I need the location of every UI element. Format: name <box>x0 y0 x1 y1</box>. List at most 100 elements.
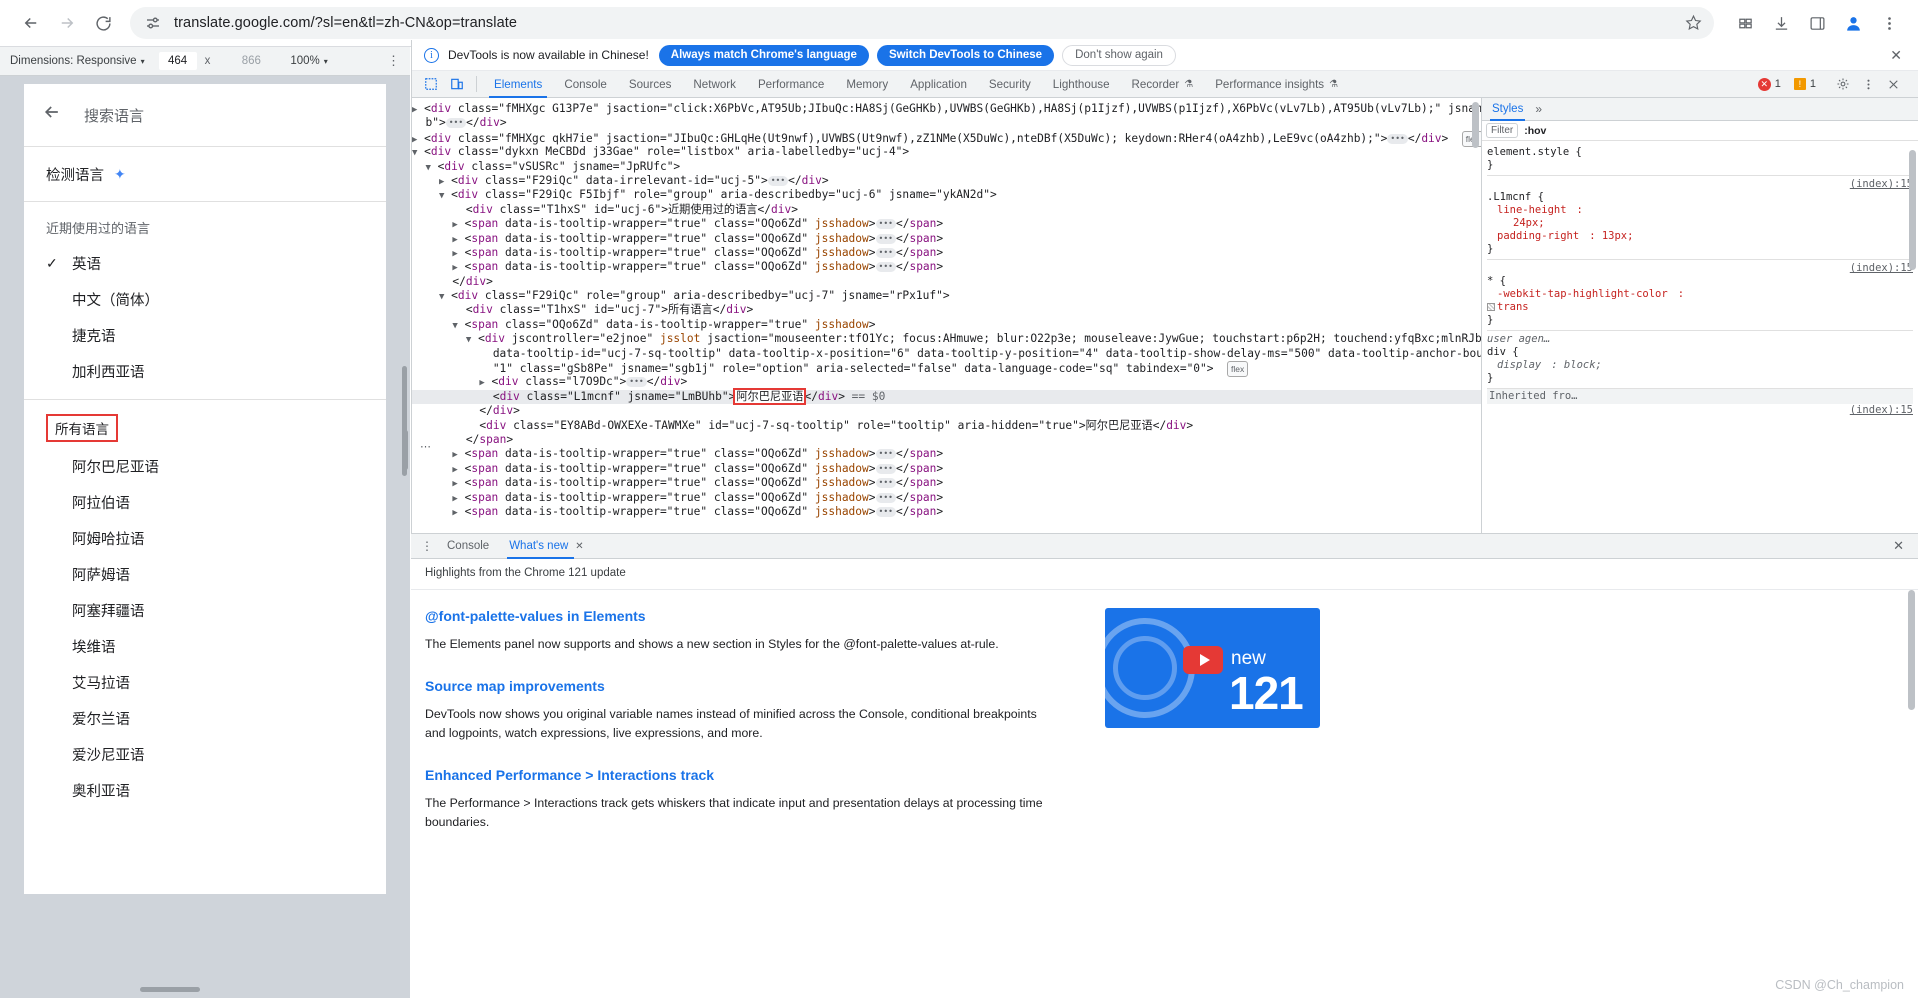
downloads-button[interactable] <box>1766 8 1796 38</box>
device-width-input[interactable] <box>158 52 197 70</box>
play-icon[interactable] <box>1183 646 1223 674</box>
tab-elements[interactable]: Elements <box>483 71 553 98</box>
kebab-menu-icon[interactable] <box>1857 73 1879 95</box>
whats-new-video[interactable]: new 121 <box>1105 608 1320 998</box>
list-item[interactable]: 爱尔兰语 <box>24 700 386 736</box>
dom-tree-line[interactable]: </span> <box>412 433 1481 447</box>
tab-styles[interactable]: Styles <box>1490 98 1526 121</box>
style-selector[interactable]: .L1mcnf { <box>1487 191 1544 203</box>
dom-tree-line[interactable]: ▶ <span data-is-tooltip-wrapper="true" c… <box>412 217 1481 231</box>
dom-tree-line[interactable]: ▶ <span data-is-tooltip-wrapper="true" c… <box>412 447 1481 461</box>
chevron-down-icon[interactable]: ▾ <box>141 57 145 66</box>
dom-tree-line[interactable]: data-tooltip-id="ucj-7-sq-tooltip" data-… <box>412 347 1481 361</box>
list-item[interactable]: 加利西亚语 <box>24 353 386 389</box>
back-arrow-icon[interactable] <box>42 102 70 128</box>
dom-tree-line[interactable]: <div class="L1mcnf" jsname="LmBUhb">阿尔巴尼… <box>412 387 1481 405</box>
tab-sources[interactable]: Sources <box>618 71 683 98</box>
list-item[interactable]: 阿萨姆语 <box>24 556 386 592</box>
dom-tree-code[interactable]: ▶ <div class="fMHXgc G13P7e" jsaction="c… <box>412 98 1481 519</box>
dom-tree-line[interactable]: </div> <box>412 404 1481 418</box>
list-item[interactable]: 爱沙尼亚语 <box>24 736 386 772</box>
switch-devtools-language-button[interactable]: Switch DevTools to Chinese <box>876 44 1055 66</box>
star-icon[interactable] <box>1685 14 1702 36</box>
tab-security[interactable]: Security <box>978 71 1042 98</box>
list-item[interactable]: 捷克语 <box>24 317 386 353</box>
tab-recorder[interactable]: Recorder ⚗ <box>1121 71 1205 98</box>
inherited-source-link[interactable]: (index):15 <box>1487 404 1913 417</box>
viewport-horizontal-scrollbar[interactable] <box>140 987 200 992</box>
side-panel-button[interactable] <box>1802 8 1832 38</box>
dom-tree-line[interactable]: ▼ <div class="F29iQc F5Ibjf" role="group… <box>412 188 1481 202</box>
list-item[interactable]: 艾马拉语 <box>24 664 386 700</box>
inspect-element-icon[interactable] <box>420 73 442 95</box>
drawer-menu-icon[interactable]: ⋮ <box>417 539 437 553</box>
error-icon[interactable]: ✕ <box>1757 77 1771 91</box>
back-button[interactable] <box>14 6 48 40</box>
tune-icon[interactable] <box>144 14 162 32</box>
dom-tree-line[interactable]: ▼ <div jscontroller="e2jnoe" jsslot jsac… <box>412 332 1481 346</box>
dom-tree-line[interactable]: ▶ <div class="fMHXgc qkH7ie" jsaction="J… <box>412 130 1481 148</box>
address-bar[interactable]: translate.google.com/?sl=en&tl=zh-CN&op=… <box>130 7 1714 39</box>
list-item[interactable]: 中文（简体） <box>24 281 386 317</box>
dom-tree-line[interactable]: ▶ <div class="l7O9Dc"> ••• </div> <box>412 375 1481 389</box>
tab-network[interactable]: Network <box>682 71 747 98</box>
toggle-element-state-button[interactable]: :hov <box>1524 125 1546 137</box>
dom-tree-line[interactable]: ▶ <span data-is-tooltip-wrapper="true" c… <box>412 246 1481 260</box>
dom-tree-line[interactable]: ▶ <span data-is-tooltip-wrapper="true" c… <box>412 462 1481 476</box>
dom-tree-line[interactable]: ▶ <span data-is-tooltip-wrapper="true" c… <box>412 491 1481 505</box>
dom-tree-line[interactable]: b"> ••• </div> <box>412 116 1481 130</box>
tab-performance-insights[interactable]: Performance insights ⚗ <box>1204 71 1349 98</box>
viewport-resize-handle[interactable] <box>403 430 408 470</box>
whats-new-scrollbar[interactable] <box>1908 590 1915 710</box>
profile-button[interactable] <box>1838 8 1868 38</box>
drawer-tab-whats-new[interactable]: What's new ✕ <box>499 534 593 559</box>
chrome-menu-button[interactable] <box>1874 8 1904 38</box>
list-item[interactable]: ✓ 英语 <box>24 245 386 281</box>
video-thumbnail[interactable]: new 121 <box>1105 608 1320 728</box>
section-heading[interactable]: @font-palette-values in Elements <box>425 608 1045 624</box>
dom-tree-line[interactable]: ▶ <span data-is-tooltip-wrapper="true" c… <box>412 260 1481 274</box>
device-toolbar-menu[interactable]: ⋮ <box>387 53 400 69</box>
dom-tree-line[interactable]: ▼ <div class="dykxn MeCBDd j33Gae" role=… <box>412 145 1481 159</box>
styles-filter-input[interactable]: Filter <box>1486 123 1519 138</box>
dom-tree-line[interactable]: ▼ <span class="OQo6Zd" data-is-tooltip-w… <box>412 318 1481 332</box>
more-tabs-icon[interactable]: » <box>1535 102 1542 116</box>
style-value[interactable]: 13px; <box>1602 230 1634 242</box>
extensions-button[interactable] <box>1730 8 1760 38</box>
section-heading[interactable]: Source map improvements <box>425 678 1045 694</box>
warning-icon[interactable]: ! <box>1793 78 1806 90</box>
style-value[interactable]: 24px; <box>1487 217 1545 229</box>
tab-console[interactable]: Console <box>553 71 618 98</box>
list-item[interactable]: 埃维语 <box>24 628 386 664</box>
styles-scrollbar[interactable] <box>1909 150 1916 270</box>
close-icon[interactable] <box>1882 73 1904 95</box>
list-item[interactable]: 奥利亚语 <box>24 772 386 808</box>
gear-icon[interactable] <box>1832 73 1854 95</box>
dont-show-again-button[interactable]: Don't show again <box>1062 44 1176 66</box>
style-property[interactable]: padding-right <box>1487 230 1579 242</box>
tab-application[interactable]: Application <box>899 71 978 98</box>
style-property[interactable]: -webkit-tap-highlight-color <box>1487 288 1668 300</box>
dom-tree-line[interactable]: ▶ <span data-is-tooltip-wrapper="true" c… <box>412 476 1481 490</box>
dom-tree-line[interactable]: <div class="T1hxS" id="ucj-7">所有语言</div> <box>412 303 1481 317</box>
tab-performance[interactable]: Performance <box>747 71 835 98</box>
style-property[interactable]: line-height <box>1487 204 1567 216</box>
always-match-language-button[interactable]: Always match Chrome's language <box>658 44 869 66</box>
list-item[interactable]: 阿姆哈拉语 <box>24 520 386 556</box>
list-item[interactable]: 阿拉伯语 <box>24 484 386 520</box>
style-source-link[interactable]: (index):15 <box>1487 178 1913 191</box>
dom-tree-line[interactable]: "1" class="gSb8Pe" jsname="sgb1j" role="… <box>412 361 1481 378</box>
dom-tree-line[interactable]: ▼ <div class="vSUSRc" jsname="JpRUfc"> <box>412 160 1481 174</box>
style-value[interactable]: trans <box>1497 301 1529 313</box>
style-source-link[interactable]: (index):15 <box>1487 262 1913 275</box>
dom-tree-line[interactable]: <div class="EY8ABd-OWXEXe-TAWMXe" id="uc… <box>412 419 1481 433</box>
dom-tree-line[interactable]: </div> <box>412 275 1481 289</box>
tab-lighthouse[interactable]: Lighthouse <box>1042 71 1121 98</box>
detect-language-item[interactable]: 检测语言 ✦ <box>24 147 386 201</box>
color-swatch-icon[interactable] <box>1487 303 1495 311</box>
dom-tree-scrollbar[interactable] <box>1472 102 1479 148</box>
forward-button[interactable] <box>50 6 84 40</box>
drawer-tab-console[interactable]: Console <box>437 534 499 559</box>
tab-memory[interactable]: Memory <box>835 71 899 98</box>
list-item[interactable]: 阿尔巴尼亚语 <box>24 448 386 484</box>
